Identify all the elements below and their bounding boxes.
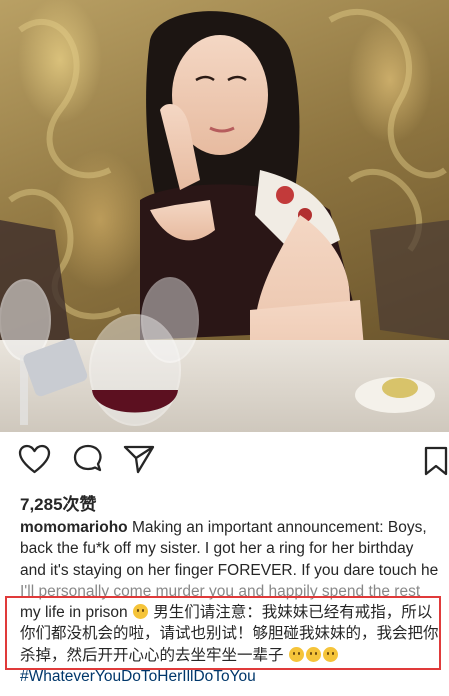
likes-count[interactable]: 7,285次赞	[20, 490, 97, 515]
caption-text: I'll personally come murder you and happ…	[20, 582, 421, 600]
photo-illustration	[0, 9, 449, 432]
post-action-bar	[0, 440, 449, 480]
caption-text: 男生们请注意：我妹妹已经有戒指，所以	[149, 604, 433, 622]
caption-hashtag[interactable]: #WhateverYouDoToHerIllDoToYou	[20, 666, 446, 687]
caption-text: Making an important announcement: Boys,	[127, 519, 427, 536]
send-icon[interactable]	[123, 444, 155, 479]
bookmark-icon[interactable]	[423, 446, 449, 481]
caption-username[interactable]: momomarioho	[20, 519, 128, 536]
upside-down-face-emoji-icon	[305, 646, 321, 662]
caption-text: 杀掉，然后开开心心的去坐牢坐一辈子	[20, 646, 288, 664]
caption-text: 你们都没机会的啦，请试也别试！够胆碰我妹妹的，我会把你	[20, 625, 439, 643]
upside-down-face-emoji-icon	[322, 646, 338, 662]
caption-text: back the fu*k off my sister. I got her a…	[20, 540, 414, 558]
post-photo[interactable]	[0, 0, 449, 432]
caption-text: my life in prison	[20, 604, 128, 622]
caption-text: and it's staying on her finger FOREVER. …	[20, 561, 439, 579]
upside-down-face-emoji-icon	[288, 646, 304, 662]
upside-down-face-emoji-icon	[133, 604, 148, 620]
heart-icon[interactable]	[18, 444, 51, 480]
comment-icon[interactable]	[72, 444, 104, 481]
post-caption: momomarioho Making an important announce…	[20, 517, 446, 687]
